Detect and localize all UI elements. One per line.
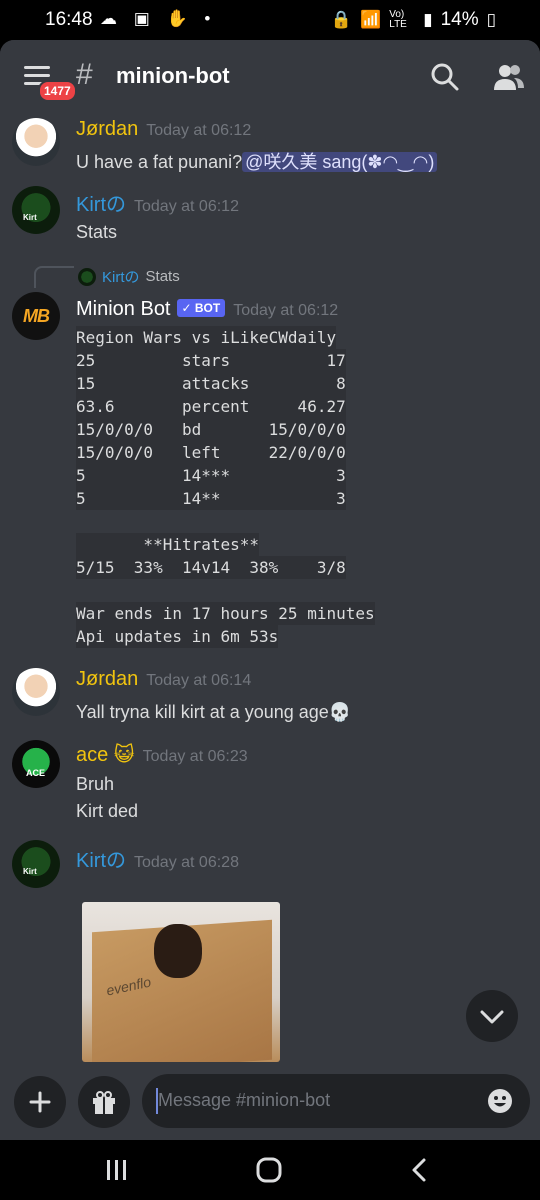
system-nav-bar — [0, 1140, 540, 1200]
code-line: 15/0/0/0 left 22/0/0/0 — [76, 441, 346, 464]
avatar[interactable]: ACE — [12, 740, 60, 788]
battery-level: 14% — [440, 9, 479, 30]
code-line: 63.6 percent 46.27 — [76, 395, 346, 418]
author-name[interactable]: Jørdan — [76, 668, 138, 690]
wifi-icon: 📶 — [360, 10, 382, 29]
reply-text: Stats — [145, 268, 180, 285]
channel-header: 1477 # minion-bot — [0, 40, 540, 112]
avatar-label: Kirt — [23, 213, 37, 222]
message-author[interactable]: Minion Bot ✓ BOT Today at 06:12 — [76, 298, 338, 321]
reply-connector — [34, 266, 74, 288]
plus-icon — [29, 1091, 51, 1113]
message-author[interactable]: ace 😺 Today at 06:23 — [76, 742, 248, 767]
message-author[interactable]: Kirtの Today at 06:12 — [76, 188, 239, 217]
reply-author[interactable]: Kirtの — [102, 266, 140, 287]
code-line: Api updates in 6m 53s — [76, 625, 279, 648]
chevron-down-icon — [480, 1010, 504, 1024]
status-right: 🔒 📶 Vo) LTE ▮ 14% ▯ — [331, 9, 496, 31]
message-author[interactable]: Jørdan Today at 06:12 — [76, 118, 251, 141]
code-line: 15/0/0/0 bd 15/0/0/0 — [76, 418, 346, 441]
avatar-label: Kirt — [23, 867, 37, 876]
message-input[interactable]: Message #minion-bot — [142, 1074, 530, 1128]
user-mention[interactable]: @咲久美 sang(✽◠‿◠) — [242, 152, 438, 172]
code-line: 15 attacks 8 — [76, 372, 346, 395]
code-line: War ends in 17 hours 25 minutes — [76, 602, 375, 625]
members-icon[interactable] — [492, 60, 526, 94]
author-name[interactable]: Minion Bot — [76, 298, 171, 320]
author-name[interactable]: Jørdan — [76, 118, 138, 140]
avatar[interactable]: Kirt — [12, 840, 60, 888]
message-text: Bruh — [76, 774, 115, 794]
channel-title: minion-bot — [116, 63, 230, 88]
add-attachment-button[interactable] — [14, 1076, 66, 1128]
discord-app: 1477 # minion-bot Jørdan Today at 06:12 U… — [0, 40, 540, 1140]
hash-icon: # — [76, 58, 93, 91]
battery-icon: ▯ — [486, 10, 496, 29]
message-timestamp: Today at 06:28 — [134, 854, 239, 871]
gift-icon — [93, 1091, 115, 1114]
unread-badge: 1477 — [38, 80, 77, 102]
author-name[interactable]: Kirtの — [76, 850, 126, 872]
avatar[interactable] — [12, 668, 60, 716]
home-icon[interactable] — [255, 1157, 283, 1183]
message-placeholder: Message #minion-bot — [158, 1090, 331, 1110]
message-timestamp: Today at 06:12 — [233, 302, 339, 319]
status-bar: 16:48 ☁ ▣ ✋ • 🔒 📶 Vo) LTE ▮ 14% ▯ — [0, 0, 540, 40]
code-line: Region Wars vs iLikeCWdaily — [76, 326, 337, 349]
recents-icon[interactable] — [104, 1158, 130, 1182]
status-time: 16:48 — [45, 9, 93, 30]
code-line: 5 14*** 3 — [76, 464, 346, 487]
reply-preview[interactable]: Kirtの Stats — [78, 266, 180, 287]
code-line: 5/15 33% 14v14 38% 3/8 — [76, 556, 346, 579]
code-line: 5 14** 3 — [76, 487, 346, 510]
avatar[interactable] — [12, 118, 60, 166]
message-timestamp: Today at 06:14 — [146, 672, 252, 689]
message-text: U have a fat punani? @咲久美 sang(✽◠‿◠) — [76, 148, 438, 174]
message-timestamp: Today at 06:12 — [134, 198, 239, 215]
author-name[interactable]: ace 😺 — [76, 744, 135, 766]
jump-to-bottom-button[interactable] — [466, 990, 518, 1042]
code-line: **Hitrates** — [76, 533, 260, 556]
lock-icon: 🔒 — [330, 10, 353, 29]
message-text: Kirt ded — [76, 801, 139, 821]
avatar-label: MB — [23, 305, 50, 326]
message-timestamp: Today at 06:12 — [146, 122, 252, 139]
bot-badge: ✓ BOT — [176, 299, 226, 317]
message-text: Stats — [76, 222, 118, 242]
message-author[interactable]: Kirtの Today at 06:28 — [76, 844, 239, 873]
avatar[interactable]: Kirt — [12, 186, 60, 234]
search-icon[interactable] — [428, 60, 462, 94]
message-list[interactable]: Jørdan Today at 06:12 U have a fat punani… — [0, 112, 540, 1072]
message-timestamp: Today at 06:23 — [142, 748, 248, 765]
signal-icon: ▮ — [423, 10, 433, 29]
notification-icons: ☁ ▣ ✋ • — [100, 9, 217, 28]
message-body: U have a fat punani? — [76, 152, 243, 172]
reply-avatar — [78, 267, 96, 286]
avatar-label: ACE — [26, 768, 46, 778]
author-name[interactable]: Kirtの — [76, 194, 126, 216]
image-attachment[interactable]: evenflo — [82, 902, 280, 1062]
lte-label: Vo) LTE — [389, 9, 407, 30]
message-text: Yall tryna kill kirt at a young age💀 — [76, 702, 352, 722]
emoji-icon[interactable] — [486, 1087, 514, 1115]
code-block: Region Wars vs iLikeCWdaily 25 stars 17 … — [76, 326, 375, 648]
back-icon[interactable] — [406, 1157, 432, 1183]
message-composer: Message #minion-bot — [0, 1072, 540, 1140]
gift-button[interactable] — [78, 1076, 130, 1128]
code-line: 25 stars 17 — [76, 349, 346, 372]
person-head — [154, 924, 202, 978]
message-author[interactable]: Jørdan Today at 06:14 — [76, 668, 251, 691]
avatar[interactable]: MB — [12, 292, 60, 340]
